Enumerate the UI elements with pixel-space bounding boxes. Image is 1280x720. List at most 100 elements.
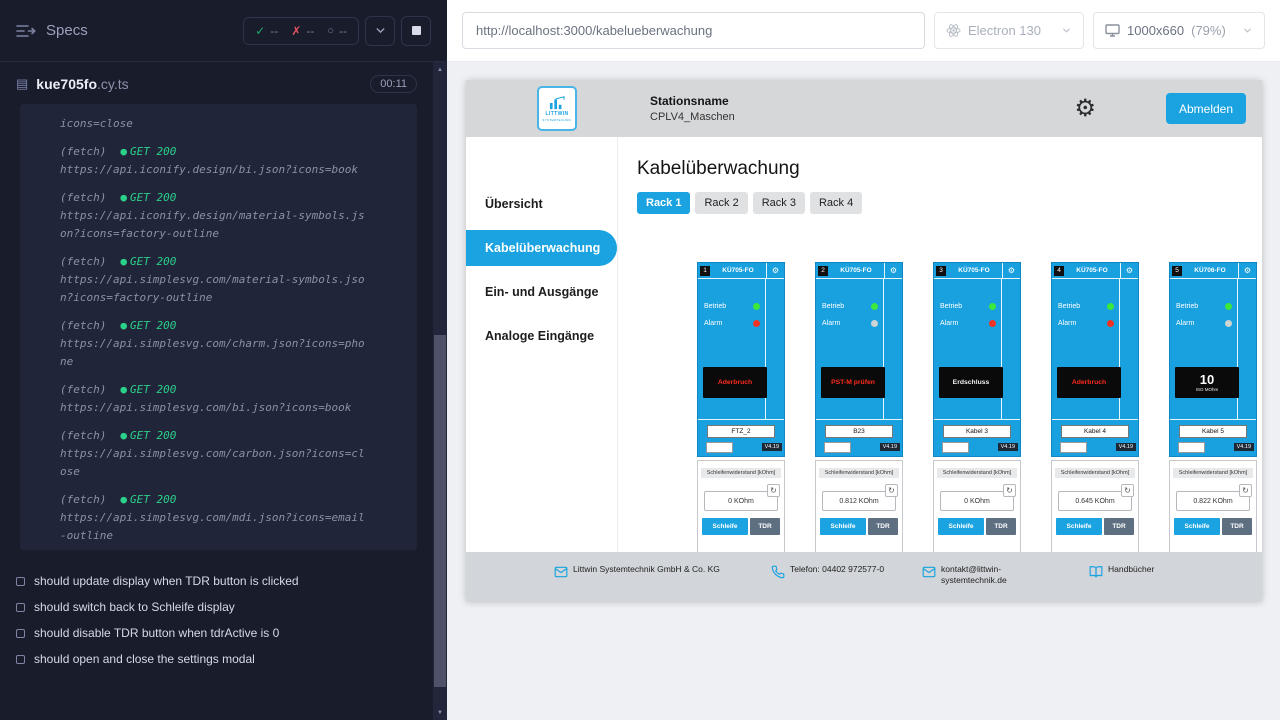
- refresh-icon[interactable]: ↻: [1121, 484, 1134, 497]
- divider: [1001, 279, 1002, 419]
- network-log-entry[interactable]: (fetch)●GET 200 https://api.iconify.desi…: [60, 143, 391, 179]
- sidebar-item-analoge-eingaenge[interactable]: Analoge Eingänge: [466, 318, 617, 354]
- divider: [1237, 279, 1238, 419]
- log-status: ●GET 200: [120, 317, 176, 335]
- card-model-label: KÜ705-FO: [1064, 267, 1120, 274]
- measurement-panel: Schleifenwiderstand [kOhm] ↻ 0 KOhm Schl…: [933, 460, 1021, 552]
- refresh-icon[interactable]: ↻: [885, 484, 898, 497]
- footer-email[interactable]: kontakt@littwin-systemtechnik.de: [922, 564, 1063, 587]
- refresh-icon[interactable]: ↻: [1003, 484, 1016, 497]
- manuals-text: Handbücher: [1108, 564, 1154, 575]
- test-box-icon: [16, 603, 25, 612]
- tdr-button[interactable]: TDR: [750, 518, 780, 535]
- test-box-icon: [16, 577, 25, 586]
- tab-rack-4[interactable]: Rack 4: [810, 192, 862, 214]
- specs-list-icon: [16, 24, 36, 38]
- sidebar-item-uebersicht[interactable]: Übersicht: [466, 186, 617, 222]
- company-text: Littwin Systemtechnik GmbH & Co. KG: [573, 564, 745, 575]
- specs-menu-button[interactable]: Specs: [16, 22, 88, 39]
- network-log-entry[interactable]: (fetch)●GET 200 https://api.simplesvg.co…: [60, 317, 391, 371]
- sidebar-item-ein-und-ausgaenge[interactable]: Ein- und Ausgänge: [466, 274, 617, 310]
- mini-field: [706, 442, 733, 453]
- logo-text: LITTWIN: [545, 111, 568, 117]
- scrollbar-thumb[interactable]: [434, 335, 446, 687]
- alarm-led: [871, 320, 878, 327]
- footer-manuals[interactable]: Handbücher: [1089, 564, 1154, 579]
- network-log-entry[interactable]: (fetch)●GET 200 https://api.simplesvg.co…: [60, 427, 391, 481]
- card-settings-icon[interactable]: ⚙: [1238, 263, 1256, 278]
- spec-timer: 00:11: [370, 75, 417, 93]
- status-text: GET 200: [130, 255, 176, 268]
- tdr-button[interactable]: TDR: [1104, 518, 1134, 535]
- resistance-label: Schleifenwiderstand [kOhm]: [937, 468, 1017, 478]
- scrollbar[interactable]: ▲ ▼: [433, 62, 447, 720]
- viewport-select[interactable]: 1000x660 (79%): [1093, 12, 1265, 49]
- tab-rack-3[interactable]: Rack 3: [753, 192, 805, 214]
- network-log-entry[interactable]: (fetch)●GET 200 https://api.simplesvg.co…: [60, 491, 391, 545]
- test-item[interactable]: should update display when TDR button is…: [16, 568, 431, 594]
- tdr-button[interactable]: TDR: [868, 518, 898, 535]
- passed-count: --: [270, 24, 278, 38]
- card-settings-icon[interactable]: ⚙: [1002, 263, 1020, 278]
- card-settings-icon[interactable]: ⚙: [766, 263, 784, 278]
- measurement-panel: Schleifenwiderstand [kOhm] ↻ 0 KOhm Schl…: [697, 460, 785, 552]
- refresh-icon[interactable]: ↻: [1239, 484, 1252, 497]
- test-item[interactable]: should switch back to Schleife display: [16, 594, 431, 620]
- device-panel: 3KÜ705-FO⚙ Betrieb Alarm Erdschluss Kabe…: [933, 262, 1021, 457]
- status-subtext: ISO MOhm: [1196, 387, 1219, 392]
- card-settings-icon[interactable]: ⚙: [884, 263, 902, 278]
- logout-button[interactable]: Abmelden: [1166, 93, 1246, 124]
- settings-gear-icon[interactable]: ⚙: [1074, 97, 1096, 121]
- refresh-icon[interactable]: ↻: [767, 484, 780, 497]
- schleife-button[interactable]: Schleife: [938, 518, 984, 535]
- viewport-size-label: 1000x660: [1127, 23, 1184, 38]
- stop-button[interactable]: [401, 16, 431, 46]
- device-panel: 2KÜ705-FO⚙ Betrieb Alarm PST-M prüfen B2…: [815, 262, 903, 457]
- status-text: GET 200: [130, 191, 176, 204]
- tab-rack-2[interactable]: Rack 2: [695, 192, 747, 214]
- logo-subtext: SYSTEMTECHNIK: [542, 118, 571, 122]
- network-log-entry[interactable]: (fetch)●GET 200 https://api.simplesvg.co…: [60, 253, 391, 307]
- test-item[interactable]: should disable TDR button when tdrActive…: [16, 620, 431, 646]
- app-under-test: LITTWIN SYSTEMTECHNIK Stationsname CPLV4…: [466, 80, 1262, 601]
- status-dot-icon: ●: [120, 383, 127, 396]
- mail-icon: [922, 565, 936, 579]
- card-settings-icon[interactable]: ⚙: [1120, 263, 1138, 278]
- status-text: GET 200: [130, 145, 176, 158]
- test-box-icon: [16, 629, 25, 638]
- log-url: https://api.simplesvg.com/charm.json?ico…: [60, 335, 368, 371]
- spec-file-name[interactable]: kue705fo.cy.ts: [36, 76, 128, 92]
- browser-toolbar: Electron 130 1000x660 (79%): [447, 0, 1280, 62]
- network-log-entry[interactable]: (fetch)●GET 200 https://api.simplesvg.co…: [60, 381, 391, 417]
- betrieb-label: Betrieb: [1058, 303, 1080, 310]
- status-text: GET 200: [130, 319, 176, 332]
- mini-field: [1060, 442, 1087, 453]
- scrollbar-up-arrow[interactable]: ▲: [433, 62, 447, 77]
- browser-engine-select[interactable]: Electron 130: [934, 12, 1084, 49]
- failed-count: --: [306, 24, 314, 38]
- cable-name-field: FTZ_2: [707, 425, 775, 438]
- tdr-button[interactable]: TDR: [986, 518, 1016, 535]
- cable-name-field: Kabel 4: [1061, 425, 1129, 438]
- schleife-button[interactable]: Schleife: [702, 518, 748, 535]
- collapse-button[interactable]: [365, 16, 395, 46]
- tab-rack-1[interactable]: Rack 1: [637, 192, 690, 214]
- betrieb-led: [1107, 303, 1114, 310]
- schleife-button[interactable]: Schleife: [1056, 518, 1102, 535]
- cable-name-field: B23: [825, 425, 893, 438]
- url-input[interactable]: [462, 12, 925, 49]
- sidebar-item-kabelueberwachung[interactable]: Kabelüberwachung: [466, 230, 617, 266]
- status-dot-icon: ●: [120, 145, 127, 158]
- schleife-button[interactable]: Schleife: [1174, 518, 1220, 535]
- tdr-button[interactable]: TDR: [1222, 518, 1252, 535]
- card-model-label: KÜ705-FO: [946, 267, 1002, 274]
- scrollbar-down-arrow[interactable]: ▼: [433, 705, 447, 720]
- spec-base-name: kue705fo: [36, 76, 97, 92]
- test-item[interactable]: should open and close the settings modal: [16, 646, 431, 672]
- status-text: 10: [1200, 373, 1214, 386]
- device-card-1: 1KÜ705-FO⚙ Betrieb Alarm Aderbruch FTZ_2…: [697, 262, 785, 552]
- mini-field: [942, 442, 969, 453]
- schleife-button[interactable]: Schleife: [820, 518, 866, 535]
- rack-tabs: Rack 1 Rack 2 Rack 3 Rack 4: [637, 192, 1262, 214]
- network-log-entry[interactable]: (fetch)●GET 200 https://api.iconify.desi…: [60, 189, 391, 243]
